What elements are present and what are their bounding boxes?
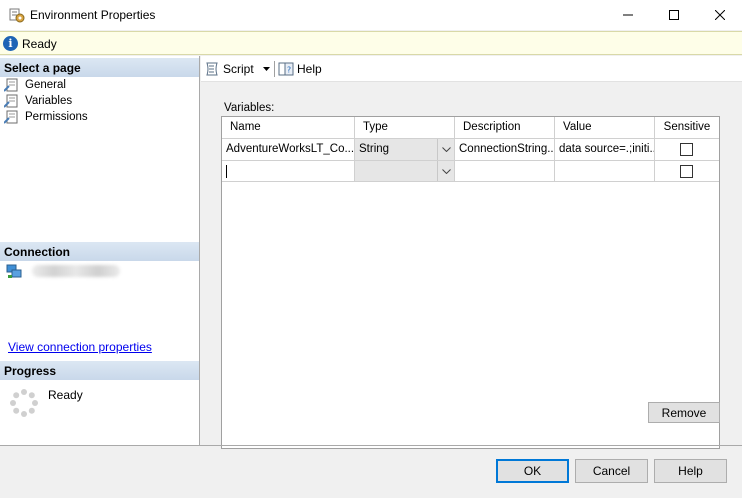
chevron-down-icon <box>441 147 451 152</box>
page-item-general[interactable]: General <box>4 77 66 93</box>
table-row-new[interactable] <box>222 161 719 182</box>
status-text: Ready <box>22 37 57 51</box>
toolbar-separator <box>274 61 275 77</box>
environment-icon <box>9 8 25 23</box>
help-toolbar-label: Help <box>297 62 322 76</box>
bottom-divider <box>0 445 742 446</box>
minimize-button[interactable] <box>605 0 651 30</box>
spinner-icon <box>10 389 38 417</box>
select-page-header: Select a page <box>0 58 199 77</box>
column-header-description[interactable]: Description <box>455 117 555 139</box>
variable-name-cell[interactable]: AdventureWorksLT_Co... <box>222 139 355 161</box>
cancel-button[interactable]: Cancel <box>575 459 648 483</box>
minimize-icon <box>623 14 633 16</box>
page-item-label: General <box>25 79 66 91</box>
script-button[interactable]: Script <box>204 60 270 78</box>
column-header-type[interactable]: Type <box>355 117 455 139</box>
chevron-down-icon <box>441 168 451 174</box>
help-toolbar-button[interactable]: ? Help <box>278 60 322 78</box>
page-wrench-icon <box>4 94 18 108</box>
new-variable-type-select[interactable] <box>355 161 455 182</box>
variables-grid[interactable]: Name Type Description Value Sensitive Ad… <box>221 116 720 449</box>
status-bar: i Ready <box>0 31 742 55</box>
page-wrench-icon <box>4 78 18 92</box>
help-icon: ? <box>278 62 294 76</box>
page-item-label: Variables <box>25 95 73 107</box>
text-caret <box>226 165 227 178</box>
maximize-icon <box>669 10 679 20</box>
maximize-button[interactable] <box>651 0 697 30</box>
column-header-sensitive[interactable]: Sensitive <box>655 117 719 139</box>
type-dropdown-arrow[interactable] <box>437 139 454 160</box>
remove-button[interactable]: Remove <box>648 402 720 423</box>
close-button[interactable] <box>697 0 742 30</box>
window-title: Environment Properties <box>30 8 156 22</box>
title-bar: Environment Properties <box>0 0 742 30</box>
main-panel: Script ? Help Variables: Name Type Descr… <box>201 56 742 449</box>
variable-value-cell[interactable]: data source=.;initi... <box>555 139 655 161</box>
script-label: Script <box>223 62 254 76</box>
ok-button[interactable]: OK <box>496 459 569 483</box>
column-header-name[interactable]: Name <box>222 117 355 139</box>
column-header-value[interactable]: Value <box>555 117 655 139</box>
page-item-label: Permissions <box>25 111 88 123</box>
script-icon <box>206 62 218 76</box>
info-icon: i <box>3 36 18 51</box>
svg-text:?: ? <box>287 66 291 75</box>
variable-description-cell[interactable]: ConnectionString... <box>455 139 555 161</box>
progress-status: Ready <box>48 388 83 402</box>
variable-type-select[interactable]: String <box>355 139 455 161</box>
page-item-permissions[interactable]: Permissions <box>4 109 88 125</box>
sensitive-checkbox[interactable] <box>680 165 693 178</box>
type-dropdown-arrow[interactable] <box>437 161 454 181</box>
help-button[interactable]: Help <box>654 459 727 483</box>
connection-info <box>6 263 120 279</box>
grid-header-row: Name Type Description Value Sensitive <box>222 117 719 139</box>
sensitive-checkbox[interactable] <box>680 143 693 156</box>
variable-type-value: String <box>359 143 390 155</box>
connection-header: Connection <box>0 242 199 261</box>
new-variable-sensitive-cell <box>655 161 719 182</box>
left-panel: Select a page General Variables Permissi… <box>0 56 200 445</box>
view-connection-properties-link[interactable]: View connection properties <box>8 340 152 354</box>
page-wrench-icon <box>4 110 18 124</box>
progress-header: Progress <box>0 361 199 380</box>
new-variable-value-cell[interactable] <box>555 161 655 182</box>
close-icon <box>715 10 725 20</box>
page-item-variables[interactable]: Variables <box>4 93 72 109</box>
new-variable-description-cell[interactable] <box>455 161 555 182</box>
variables-label: Variables: <box>224 102 275 114</box>
server-name-redacted <box>32 265 120 277</box>
toolbar: Script ? Help <box>201 56 742 82</box>
server-connection-icon <box>6 264 22 278</box>
new-variable-name-input[interactable] <box>222 161 355 182</box>
chevron-down-icon[interactable] <box>262 67 270 71</box>
variable-sensitive-cell <box>655 139 719 161</box>
table-row[interactable]: AdventureWorksLT_Co... String Connection… <box>222 139 719 161</box>
